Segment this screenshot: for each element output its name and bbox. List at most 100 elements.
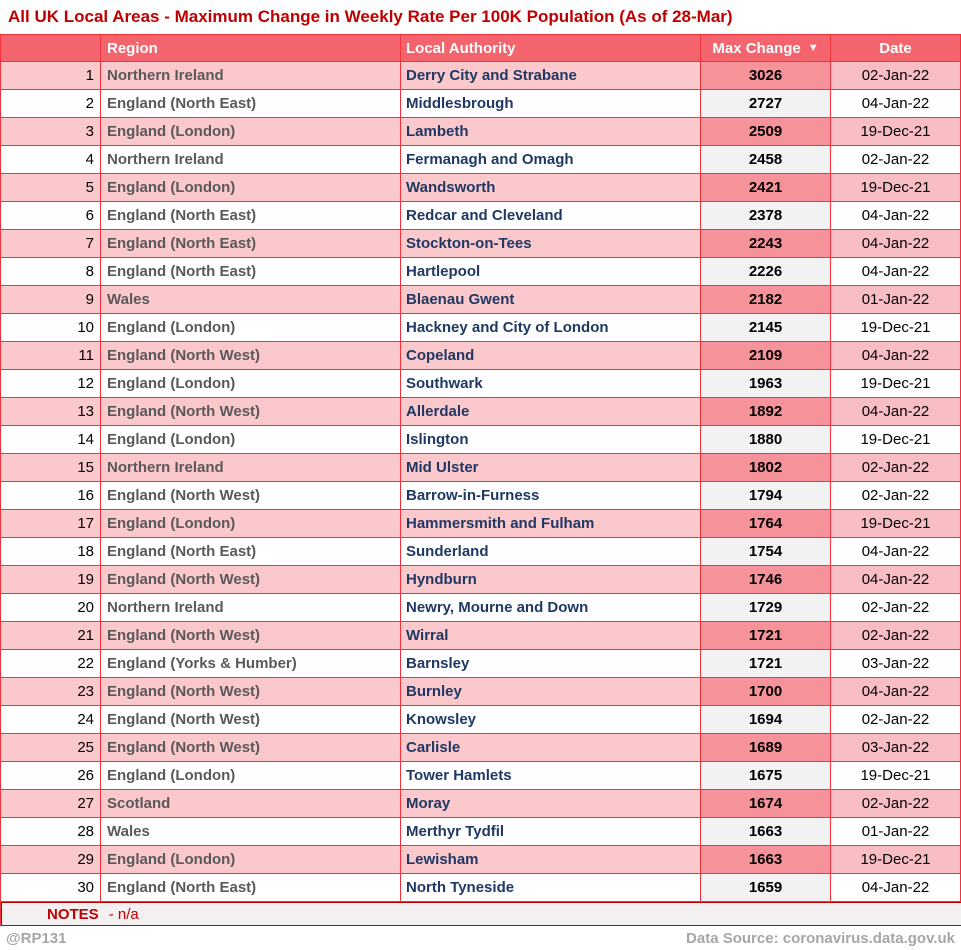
footer-handle: @RP131 <box>6 930 67 947</box>
local-authority-cell: Moray <box>401 790 701 818</box>
rank-cell: 25 <box>1 734 101 762</box>
max-change-cell: 3026 <box>701 62 831 90</box>
date-cell: 02-Jan-22 <box>831 62 961 90</box>
date-cell: 02-Jan-22 <box>831 454 961 482</box>
page-title: All UK Local Areas - Maximum Change in W… <box>0 0 961 34</box>
date-cell: 19-Dec-21 <box>831 846 961 874</box>
table-row: 24 England (North West) Knowsley 1694 02… <box>1 706 961 734</box>
local-authority-cell: Wirral <box>401 622 701 650</box>
date-cell: 04-Jan-22 <box>831 566 961 594</box>
rank-cell: 3 <box>1 118 101 146</box>
rank-cell: 28 <box>1 818 101 846</box>
table-row: 27 Scotland Moray 1674 02-Jan-22 <box>1 790 961 818</box>
local-authority-cell: Redcar and Cleveland <box>401 202 701 230</box>
date-cell: 04-Jan-22 <box>831 398 961 426</box>
local-authority-cell: Mid Ulster <box>401 454 701 482</box>
rank-cell: 9 <box>1 286 101 314</box>
region-cell: England (North West) <box>101 706 401 734</box>
local-authority-cell: Newry, Mourne and Down <box>401 594 701 622</box>
table-row: 2 England (North East) Middlesbrough 272… <box>1 90 961 118</box>
max-change-cell: 1794 <box>701 482 831 510</box>
local-authority-cell: Stockton-on-Tees <box>401 230 701 258</box>
date-cell: 04-Jan-22 <box>831 874 961 902</box>
table-row: 25 England (North West) Carlisle 1689 03… <box>1 734 961 762</box>
local-authority-cell: Middlesbrough <box>401 90 701 118</box>
max-change-cell: 2182 <box>701 286 831 314</box>
local-authority-cell: Lambeth <box>401 118 701 146</box>
local-authority-cell: Merthyr Tydfil <box>401 818 701 846</box>
header-rank <box>1 35 101 62</box>
local-authority-cell: Knowsley <box>401 706 701 734</box>
max-change-cell: 1729 <box>701 594 831 622</box>
table-row: 9 Wales Blaenau Gwent 2182 01-Jan-22 <box>1 286 961 314</box>
local-authority-cell: Derry City and Strabane <box>401 62 701 90</box>
header-date: Date <box>831 35 961 62</box>
region-cell: England (London) <box>101 314 401 342</box>
local-authority-cell: Hyndburn <box>401 566 701 594</box>
table-row: 8 England (North East) Hartlepool 2226 0… <box>1 258 961 286</box>
max-change-cell: 1659 <box>701 874 831 902</box>
local-authority-cell: Tower Hamlets <box>401 762 701 790</box>
max-change-cell: 1674 <box>701 790 831 818</box>
max-change-cell: 2145 <box>701 314 831 342</box>
table-row: 26 England (London) Tower Hamlets 1675 1… <box>1 762 961 790</box>
header-max-change[interactable]: Max Change ▼ <box>701 35 831 62</box>
rank-cell: 29 <box>1 846 101 874</box>
table-header: Region Local Authority Max Change ▼ Date <box>1 35 961 62</box>
table-row: 28 Wales Merthyr Tydfil 1663 01-Jan-22 <box>1 818 961 846</box>
region-cell: England (London) <box>101 846 401 874</box>
region-cell: England (North West) <box>101 398 401 426</box>
date-cell: 01-Jan-22 <box>831 818 961 846</box>
region-cell: Northern Ireland <box>101 594 401 622</box>
rank-cell: 30 <box>1 874 101 902</box>
sort-desc-icon: ▼ <box>808 43 819 54</box>
date-cell: 04-Jan-22 <box>831 678 961 706</box>
local-authority-cell: Fermanagh and Omagh <box>401 146 701 174</box>
region-cell: Northern Ireland <box>101 454 401 482</box>
max-change-cell: 1802 <box>701 454 831 482</box>
table-row: 18 England (North East) Sunderland 1754 … <box>1 538 961 566</box>
rank-cell: 16 <box>1 482 101 510</box>
date-cell: 04-Jan-22 <box>831 90 961 118</box>
table-row: 30 England (North East) North Tyneside 1… <box>1 874 961 902</box>
date-cell: 04-Jan-22 <box>831 202 961 230</box>
region-cell: Scotland <box>101 790 401 818</box>
rank-cell: 20 <box>1 594 101 622</box>
date-cell: 04-Jan-22 <box>831 230 961 258</box>
local-authority-cell: Carlisle <box>401 734 701 762</box>
region-cell: Northern Ireland <box>101 146 401 174</box>
region-cell: England (North East) <box>101 202 401 230</box>
notes-row: NOTES - n/a <box>1 902 961 926</box>
table-row: 13 England (North West) Allerdale 1892 0… <box>1 398 961 426</box>
rank-cell: 19 <box>1 566 101 594</box>
region-cell: England (North West) <box>101 342 401 370</box>
date-cell: 03-Jan-22 <box>831 734 961 762</box>
region-cell: England (North East) <box>101 538 401 566</box>
region-cell: England (North West) <box>101 482 401 510</box>
max-change-cell: 1963 <box>701 370 831 398</box>
max-change-cell: 1689 <box>701 734 831 762</box>
local-authority-cell: Wandsworth <box>401 174 701 202</box>
rank-cell: 11 <box>1 342 101 370</box>
region-cell: England (North East) <box>101 258 401 286</box>
date-cell: 19-Dec-21 <box>831 370 961 398</box>
region-cell: England (North West) <box>101 734 401 762</box>
max-change-cell: 2243 <box>701 230 831 258</box>
table-row: 22 England (Yorks & Humber) Barnsley 172… <box>1 650 961 678</box>
max-change-cell: 2421 <box>701 174 831 202</box>
max-change-cell: 2378 <box>701 202 831 230</box>
region-cell: England (London) <box>101 118 401 146</box>
data-table: Region Local Authority Max Change ▼ Date… <box>0 34 961 926</box>
table-row: 11 England (North West) Copeland 2109 04… <box>1 342 961 370</box>
table-row: 20 Northern Ireland Newry, Mourne and Do… <box>1 594 961 622</box>
date-cell: 04-Jan-22 <box>831 342 961 370</box>
date-cell: 03-Jan-22 <box>831 650 961 678</box>
max-change-cell: 1880 <box>701 426 831 454</box>
rank-cell: 23 <box>1 678 101 706</box>
max-change-cell: 2509 <box>701 118 831 146</box>
region-cell: England (North West) <box>101 566 401 594</box>
footer: @RP131 Data Source: coronavirus.data.gov… <box>0 926 961 950</box>
max-change-cell: 1663 <box>701 818 831 846</box>
notes-label: NOTES <box>2 906 99 923</box>
max-change-cell: 1721 <box>701 622 831 650</box>
